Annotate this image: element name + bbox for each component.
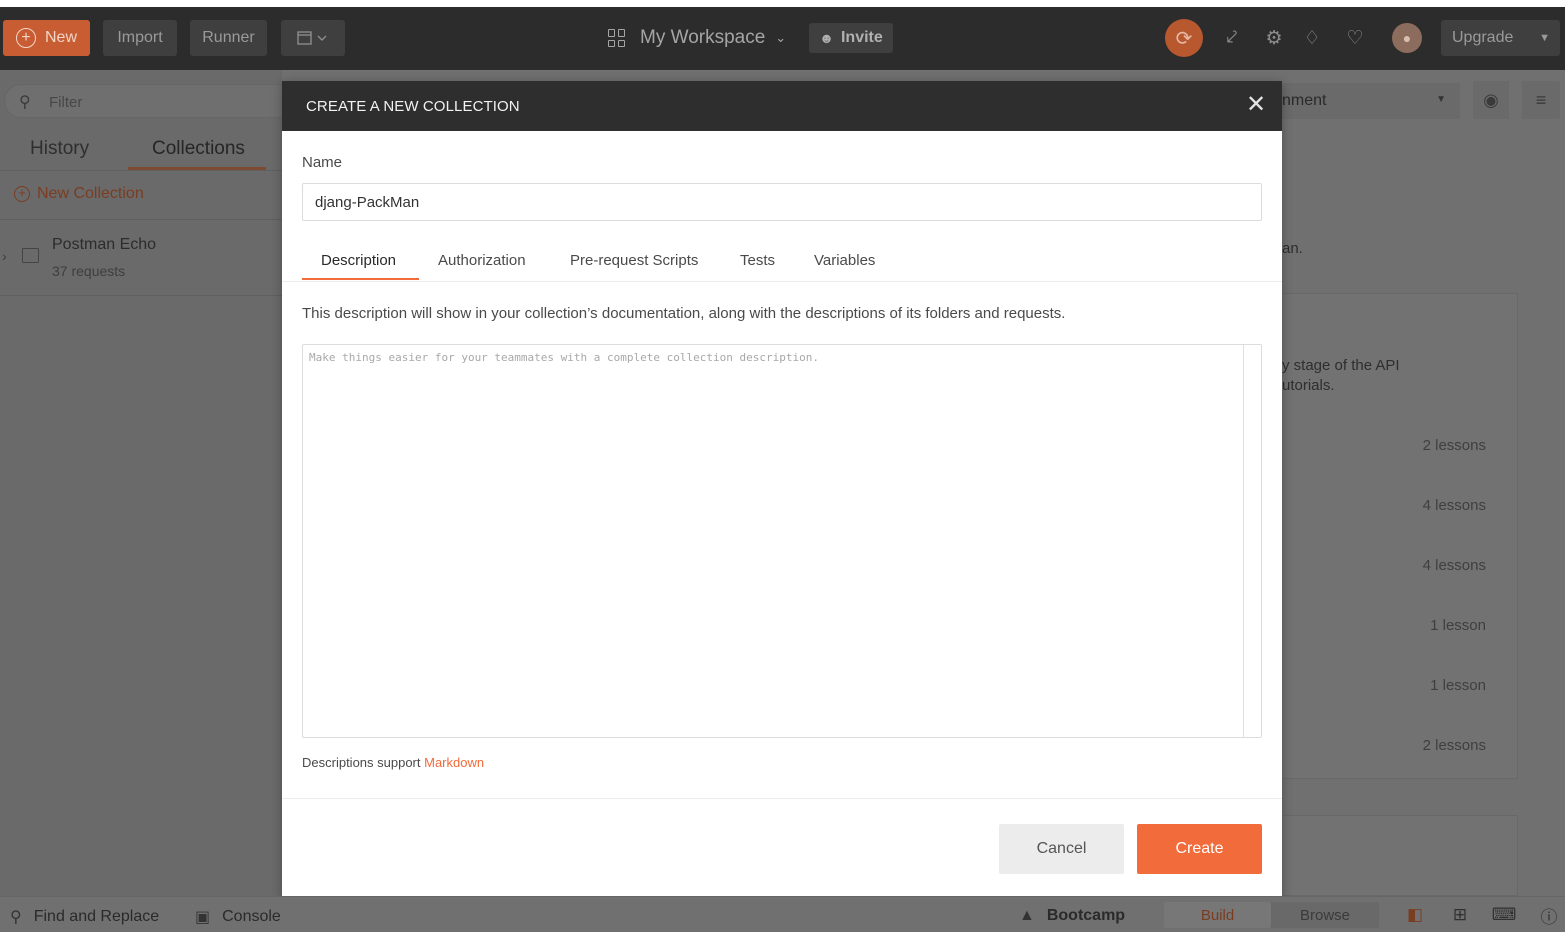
workspace-label: My Workspace — [640, 27, 766, 48]
background-text: y stage of the API — [1282, 357, 1400, 374]
markdown-link[interactable]: Markdown — [424, 755, 484, 770]
plus-circle-icon: + — [15, 28, 36, 48]
search-icon: ⚲ — [19, 94, 31, 111]
runner-button[interactable]: Runner — [190, 20, 267, 56]
graduation-cap-icon: ▲ — [1019, 907, 1035, 924]
environment-label: nment — [1282, 92, 1327, 109]
invite-label: Invite — [840, 29, 883, 46]
browse-button[interactable]: Browse — [1271, 902, 1379, 928]
help-icon[interactable]: ⓘ — [1538, 905, 1560, 927]
invite-button[interactable]: ☻ Invite — [809, 23, 893, 53]
description-textarea[interactable]: Make things easier for your teammates wi… — [302, 344, 1262, 738]
open-new-window-button[interactable] — [281, 20, 345, 56]
tab-history[interactable]: History — [30, 138, 89, 160]
new-button[interactable]: + New — [3, 20, 90, 56]
settings-sliders-icon[interactable]: ≡ — [1522, 81, 1560, 119]
tab-pre-request-scripts[interactable]: Pre-request Scripts — [570, 252, 698, 269]
app-header: + New Import Runner My Workspace ⌄ ☻ Inv… — [0, 7, 1565, 70]
divider — [0, 219, 282, 220]
lesson-count: 1 lesson — [1430, 677, 1486, 694]
upgrade-button[interactable]: Upgrade ▼ — [1441, 20, 1560, 56]
collection-name-input[interactable] — [302, 183, 1262, 221]
console-icon: ▣ — [195, 909, 211, 926]
name-label: Name — [302, 154, 343, 171]
new-button-label: New — [44, 29, 77, 46]
new-window-icon — [297, 31, 327, 45]
build-browse-toggle: Build Browse — [1164, 902, 1379, 928]
build-button[interactable]: Build — [1164, 902, 1271, 928]
collection-name: Postman Echo — [52, 236, 157, 253]
chevron-down-icon: ⌄ — [775, 30, 787, 45]
bell-icon[interactable]: ♢ — [1301, 27, 1323, 49]
console-button[interactable]: ▣ Console — [195, 907, 281, 927]
close-icon[interactable]: ✕ — [1244, 93, 1268, 117]
active-tab-indicator — [302, 278, 419, 280]
learning-card: y stage of the API utorials. 2 lessons 4… — [1282, 293, 1518, 779]
sync-icon[interactable]: ⟳ — [1165, 19, 1203, 57]
search-icon: ⚲ — [10, 909, 22, 926]
tab-collections[interactable]: Collections — [152, 138, 245, 160]
divider — [282, 281, 1282, 282]
heart-icon[interactable]: ♡ — [1344, 27, 1366, 49]
bootcamp-label: Bootcamp — [1046, 907, 1126, 924]
background-text: utorials. — [1282, 377, 1335, 394]
scrollbar[interactable] — [1243, 345, 1261, 737]
divider — [282, 798, 1282, 799]
list-item[interactable]: › Postman Echo 37 requests — [0, 230, 282, 296]
create-button[interactable]: Create — [1137, 824, 1262, 874]
import-button[interactable]: Import — [103, 20, 177, 56]
tab-tests[interactable]: Tests — [740, 252, 775, 269]
gear-icon[interactable]: ⚙ — [1263, 27, 1285, 49]
filter-input[interactable]: ⚲ Filter — [4, 84, 294, 118]
description-placeholder: Make things easier for your teammates wi… — [309, 351, 819, 364]
divider — [0, 295, 282, 296]
lesson-count: 4 lessons — [1422, 497, 1486, 514]
secondary-card — [1282, 815, 1518, 896]
keyboard-icon[interactable]: ⌨ — [1492, 905, 1517, 925]
collection-request-count: 37 requests — [52, 263, 126, 279]
status-bar: ⚲ Find and Replace ▣ Console ▲ Bootcamp … — [0, 896, 1565, 932]
modal-title: CREATE A NEW COLLECTION — [306, 98, 520, 115]
workspace-grid-icon — [608, 29, 626, 47]
tab-description[interactable]: Description — [321, 252, 396, 269]
divider — [0, 170, 282, 171]
workspace-switcher[interactable]: My Workspace ⌄ — [608, 20, 786, 56]
caret-down-icon: ▼ — [1539, 32, 1550, 44]
lesson-count: 2 lessons — [1422, 737, 1486, 754]
grid-layout-icon[interactable]: ⊞ — [1449, 905, 1471, 925]
lesson-count: 1 lesson — [1430, 617, 1486, 634]
background-text: an. — [1282, 240, 1303, 257]
add-user-icon: ☻ — [819, 30, 834, 46]
modal-header: CREATE A NEW COLLECTION ✕ — [282, 81, 1282, 131]
lesson-count: 4 lessons — [1422, 557, 1486, 574]
markdown-note: Descriptions support Markdown — [302, 755, 484, 770]
find-replace-button[interactable]: ⚲ Find and Replace — [10, 907, 159, 927]
avatar[interactable]: ● — [1392, 23, 1422, 53]
tab-variables[interactable]: Variables — [814, 252, 875, 269]
cancel-button[interactable]: Cancel — [999, 824, 1124, 874]
folder-icon — [22, 248, 39, 263]
description-help-text: This description will show in your colle… — [302, 305, 1066, 322]
top-strip — [0, 0, 1565, 7]
eye-icon[interactable]: ◉ — [1473, 81, 1509, 119]
console-label: Console — [222, 908, 281, 925]
chevron-right-icon[interactable]: › — [2, 248, 7, 264]
new-collection-label: New Collection — [37, 185, 144, 202]
find-replace-label: Find and Replace — [33, 908, 160, 925]
satellite-icon[interactable]: ⤦ — [1221, 27, 1243, 49]
plus-circle-icon: + — [14, 186, 30, 202]
filter-placeholder: Filter — [49, 94, 83, 111]
tab-authorization[interactable]: Authorization — [438, 252, 526, 269]
new-collection-button[interactable]: + New Collection — [14, 185, 144, 203]
create-collection-modal: CREATE A NEW COLLECTION ✕ Name Descripti… — [282, 81, 1282, 898]
sidebar: ⚲ Filter History Collections + New Colle… — [0, 70, 294, 896]
caret-down-icon: ▼ — [1436, 94, 1446, 105]
upgrade-label: Upgrade — [1452, 29, 1514, 46]
two-pane-layout-icon[interactable]: ◧ — [1404, 905, 1426, 925]
environment-select[interactable]: nment ▼ — [1282, 83, 1460, 119]
lesson-count: 2 lessons — [1422, 437, 1486, 454]
bootcamp-button[interactable]: ▲ Bootcamp — [1019, 907, 1125, 925]
markdown-note-text: Descriptions support — [302, 755, 421, 770]
